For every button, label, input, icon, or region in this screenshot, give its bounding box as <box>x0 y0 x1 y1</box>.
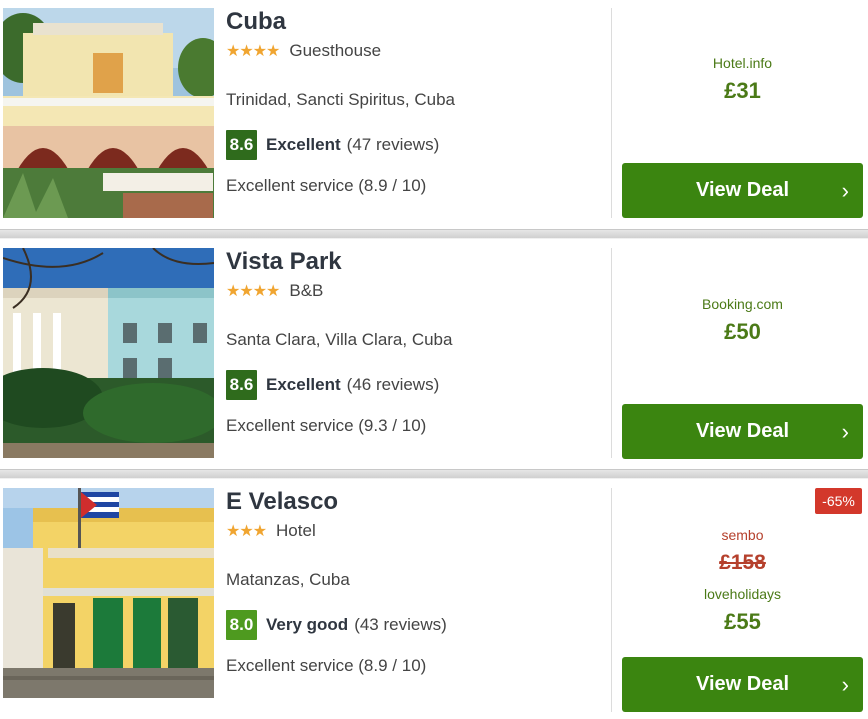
guest-rating: 8.6 Excellent (46 reviews) <box>226 370 439 400</box>
view-deal-button[interactable]: View Deal › <box>622 657 863 712</box>
hotel-name[interactable]: Vista Park <box>226 248 342 276</box>
guest-rating: 8.0 Very good (43 reviews) <box>226 610 447 640</box>
view-deal-button[interactable]: View Deal › <box>622 163 863 218</box>
deal-price: £55 <box>724 609 761 634</box>
score-badge: 8.6 <box>226 370 257 400</box>
view-deal-button[interactable]: View Deal › <box>622 404 863 459</box>
hotel-category: ★★★★ Guesthouse <box>226 41 381 61</box>
review-count[interactable]: (46 reviews) <box>347 375 440 395</box>
hotel-type: Hotel <box>276 521 316 540</box>
service-rating: Excellent service (9.3 / 10) <box>226 416 427 435</box>
divider <box>611 248 612 458</box>
hotel-photo[interactable] <box>3 8 214 218</box>
review-count[interactable]: (47 reviews) <box>347 135 440 155</box>
hotel-name[interactable]: Cuba <box>226 8 286 36</box>
chevron-right-icon: › <box>841 672 849 697</box>
deal-price: £31 <box>724 78 761 103</box>
rating-word: Excellent <box>266 135 341 154</box>
view-deal-label: View Deal <box>695 673 790 695</box>
hotel-results-list: Cuba ★★★★ Guesthouse Trinidad, Sancti Spi… <box>0 0 868 719</box>
discount-badge: -65% <box>815 488 862 514</box>
hotel-card: Vista Park ★★★★ B&B Santa Clara, Villa Cl… <box>0 248 868 462</box>
hotel-type: B&B <box>289 281 324 300</box>
provider-name[interactable]: Booking.com <box>622 296 863 312</box>
star-rating-icon: ★★★★ <box>226 43 280 60</box>
card-separator <box>0 469 868 479</box>
original-price: £158 <box>719 551 766 574</box>
hotel-photo[interactable] <box>3 488 214 698</box>
score-badge: 8.0 <box>226 610 257 640</box>
original-provider-name: sembo <box>721 527 764 543</box>
hotel-location: Matanzas, Cuba <box>226 570 350 589</box>
score-badge: 8.6 <box>226 130 257 160</box>
hotel-card: E Velasco ★★★ Hotel Matanzas, Cuba 8.0 Ve… <box>0 488 868 719</box>
divider <box>611 8 612 218</box>
divider <box>611 488 612 712</box>
chevron-right-icon: › <box>841 178 849 203</box>
service-rating: Excellent service (8.9 / 10) <box>226 656 427 675</box>
star-rating-icon: ★★★ <box>226 523 267 540</box>
hotel-location: Trinidad, Sancti Spiritus, Cuba <box>226 90 455 109</box>
hotel-type: Guesthouse <box>289 41 382 60</box>
star-rating-icon: ★★★★ <box>226 283 280 300</box>
provider-name[interactable]: Hotel.info <box>622 55 863 71</box>
chevron-right-icon: › <box>841 419 849 444</box>
guest-rating: 8.6 Excellent (47 reviews) <box>226 130 439 160</box>
view-deal-label: View Deal <box>695 179 790 201</box>
hotel-photo[interactable] <box>3 248 214 458</box>
hotel-location: Santa Clara, Villa Clara, Cuba <box>226 330 453 349</box>
view-deal-label: View Deal <box>695 420 790 442</box>
hotel-card: Cuba ★★★★ Guesthouse Trinidad, Sancti Spi… <box>0 8 868 222</box>
service-rating: Excellent service (8.9 / 10) <box>226 176 427 195</box>
hotel-category: ★★★★ B&B <box>226 281 323 301</box>
rating-word: Very good <box>266 615 349 634</box>
review-count[interactable]: (43 reviews) <box>354 615 447 635</box>
deal-price: £50 <box>724 319 761 344</box>
provider-name[interactable]: loveholidays <box>622 586 863 602</box>
rating-word: Excellent <box>266 375 341 394</box>
hotel-name[interactable]: E Velasco <box>226 488 338 516</box>
hotel-category: ★★★ Hotel <box>226 521 316 541</box>
card-separator <box>0 229 868 239</box>
